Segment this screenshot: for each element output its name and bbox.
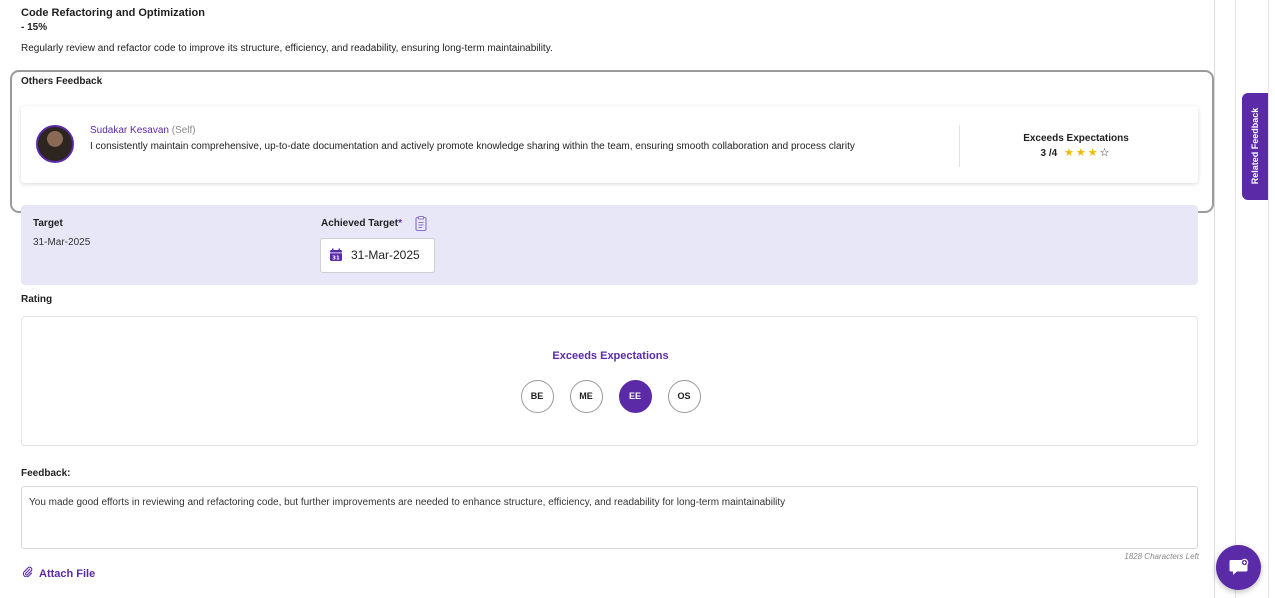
attach-file-button[interactable]: Attach File [22,566,95,580]
characters-left: 1828 Characters Left [1124,552,1199,561]
document-icon[interactable] [414,216,428,232]
rating-title: Rating [21,294,53,305]
feedback-card: Sudakar Kesavan (Self) I consistently ma… [21,106,1198,183]
star-filled-icon: ★ [1075,147,1088,159]
author-name[interactable]: Sudakar Kesavan [90,125,169,136]
rating-value: 3 /4 [1040,148,1058,159]
chat-icon [1229,558,1249,575]
others-feedback-title: Others Feedback [21,76,103,87]
related-feedback-label: Related Feedback [1250,107,1260,185]
attach-file-label: Attach File [39,568,96,580]
rating-option-os[interactable]: OS [667,380,701,413]
achieved-target-label: Achieved Target* [321,218,402,229]
right-rail [1215,0,1275,598]
star-filled-icon: ★ [1063,147,1076,159]
achieved-target-text: Achieved Target [321,218,399,229]
feedback-textarea[interactable]: You made good efforts in reviewing and r… [21,486,1198,549]
required-mark: * [398,218,402,229]
feedback-title: Feedback: [21,468,71,479]
objective-description: Regularly review and refactor code to im… [21,43,553,54]
related-feedback-tab[interactable]: Related Feedback [1242,93,1268,200]
achieved-date-picker[interactable]: 31 31-Mar-2025 [320,238,435,273]
rating-card: Exceeds Expectations BE ME EE OS [21,316,1198,446]
feedback-comment: I consistently maintain comprehensive, u… [90,141,855,152]
target-value: 31-Mar-2025 [33,237,91,248]
divider [959,125,960,167]
svg-text:31: 31 [332,256,340,262]
chat-button[interactable] [1216,545,1261,590]
feedback-rating: 3 /4 ★★★☆ [981,146,1171,159]
feedback-rating-label: Exceeds Expectations [1023,133,1129,144]
main-panel: Code Refactoring and Optimization - 15% … [0,0,1215,598]
rating-option-be[interactable]: BE [520,380,554,413]
star-filled-icon: ★ [1087,147,1100,159]
rating-option-ee[interactable]: EE [618,380,652,413]
target-panel: Target 31-Mar-2025 Achieved Target* 31 3… [21,205,1198,285]
target-label: Target [33,218,63,229]
star-outline-icon: ☆ [1099,147,1112,159]
objective-weight: - 15% [21,22,48,33]
rail-divider [1235,0,1236,598]
rating-option-me[interactable]: ME [569,380,603,413]
calendar-icon: 31 [330,248,342,262]
feedback-author[interactable]: Sudakar Kesavan (Self) [90,125,196,136]
rating-selected-label: Exceeds Expectations [552,350,669,362]
rating-options: BE ME EE OS [22,380,1199,413]
achieved-date-value: 31-Mar-2025 [351,248,420,262]
avatar [36,125,74,163]
objective-title: Code Refactoring and Optimization [21,7,205,19]
paperclip-icon [22,566,33,577]
author-relation: (Self) [171,125,196,136]
rail-divider [1268,0,1269,598]
